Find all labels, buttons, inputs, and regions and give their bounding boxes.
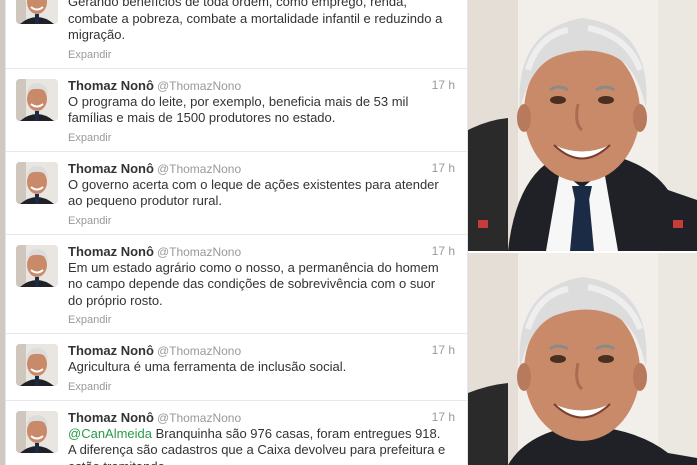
tweet-item[interactable]: Thomaz Nonô @ThomazNono 17 h @CanAlmeida … <box>6 401 467 465</box>
expand-link[interactable]: Expandir <box>68 214 457 228</box>
tweet-text: Gerando benefícios de toda ordem, como e… <box>68 0 443 42</box>
tweet-text: O programa do leite, por exemplo, benefi… <box>68 93 409 126</box>
author-name[interactable]: Thomaz Nonô <box>68 410 154 425</box>
tweet-header: Thomaz Nonô @ThomazNono <box>68 342 457 359</box>
author-name[interactable]: Thomaz Nonô <box>68 343 154 358</box>
tweet-item[interactable]: Thomaz Nonô @ThomazNono 17 h Agricultura … <box>6 334 467 401</box>
author-name[interactable]: Thomaz Nonô <box>68 244 154 259</box>
portrait-photo <box>468 253 697 465</box>
avatar[interactable] <box>16 410 58 453</box>
tweet-timestamp[interactable]: 17 h <box>432 243 455 260</box>
expand-link[interactable]: Expandir <box>68 313 457 327</box>
author-name[interactable]: Thomaz Nonô <box>68 78 154 93</box>
tweet-timestamp[interactable]: 17 h <box>432 342 455 359</box>
tweet-header: Thomaz Nonô @ThomazNono <box>68 77 457 94</box>
expand-link[interactable]: Expandir <box>68 48 457 62</box>
tweet-item[interactable]: Thomaz Nonô @ThomazNono 17 h O governo ac… <box>6 152 467 235</box>
avatar-image <box>16 0 58 24</box>
portrait-photo <box>468 0 697 251</box>
tweet-header: Thomaz Nonô @ThomazNono <box>68 160 457 177</box>
expand-link[interactable]: Expandir <box>68 131 457 145</box>
portrait-image <box>468 253 697 465</box>
avatar[interactable] <box>16 0 58 24</box>
expand-link[interactable]: Expandir <box>68 380 457 394</box>
avatar[interactable] <box>16 344 58 386</box>
author-handle[interactable]: @ThomazNono <box>157 79 241 93</box>
tweet-header: Thomaz Nonô @ThomazNono <box>68 243 457 260</box>
tweet-text: Agricultura é uma ferramenta de inclusão… <box>68 359 347 374</box>
tweet-timestamp[interactable]: 17 h <box>432 409 455 426</box>
avatar-image <box>16 344 58 386</box>
tweet-item[interactable]: Thomaz Nonô @ThomazNono 17 h O programa d… <box>6 69 467 152</box>
avatar-image <box>16 244 58 287</box>
avatar-image <box>16 78 58 121</box>
tweet-item[interactable]: Gerando benefícios de toda ordem, como e… <box>6 0 467 69</box>
avatar[interactable] <box>16 244 58 287</box>
tweet-timestamp[interactable]: 17 h <box>432 77 455 94</box>
avatar[interactable] <box>16 161 58 204</box>
portrait-image <box>468 0 697 251</box>
tweet-timestamp[interactable]: 17 h <box>432 160 455 177</box>
avatar-image <box>16 410 58 453</box>
tweet-timeline: Gerando benefícios de toda ordem, como e… <box>5 0 468 465</box>
tweet-text: @CanAlmeida Branquinha são 976 casas, fo… <box>68 426 457 465</box>
author-name[interactable]: Thomaz Nonô <box>68 161 154 176</box>
author-handle[interactable]: @ThomazNono <box>157 411 241 425</box>
author-handle[interactable]: @ThomazNono <box>157 245 241 259</box>
author-handle[interactable]: @ThomazNono <box>157 344 241 358</box>
tweet-header: Thomaz Nonô @ThomazNono <box>68 409 457 426</box>
avatar-image <box>16 161 58 204</box>
tweet-item[interactable]: Thomaz Nonô @ThomazNono 17 h Em um estado… <box>6 235 467 334</box>
avatar[interactable] <box>16 78 58 121</box>
author-handle[interactable]: @ThomazNono <box>157 162 241 176</box>
tweet-text: O governo acerta com o leque de ações ex… <box>68 176 439 209</box>
tweet-text: Em um estado agrário como o nosso, a per… <box>68 259 439 308</box>
photo-panel <box>468 0 697 465</box>
mention-link[interactable]: @CanAlmeida <box>68 426 152 441</box>
